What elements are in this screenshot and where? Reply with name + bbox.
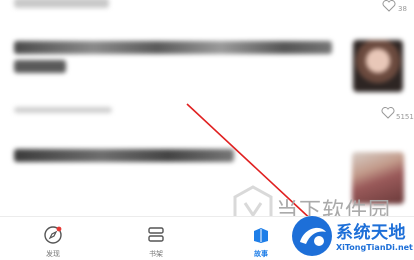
heart-icon[interactable]: [381, 107, 395, 119]
tab-bookshelf[interactable]: 书架: [131, 225, 181, 259]
watermark-url: XiTongTianDi.net: [336, 243, 413, 252]
story-icon: [254, 228, 268, 243]
blurred-text: [14, 0, 109, 8]
like-count: 38: [398, 5, 407, 13]
xitongtiandi-logo-icon: [292, 216, 332, 256]
blurred-title: [14, 41, 332, 54]
tab-story[interactable]: 故事: [236, 225, 286, 259]
feed-item-partial[interactable]: 38: [0, 0, 414, 20]
heart-icon[interactable]: [382, 0, 396, 12]
compass-icon: [44, 226, 62, 244]
tab-label: 书架: [149, 250, 163, 258]
like-count: 5151: [396, 113, 414, 121]
blurred-meta: [14, 107, 112, 113]
bookshelf-icon: [148, 227, 164, 242]
tab-label: 故事: [254, 250, 268, 258]
tab-discover[interactable]: 发现: [28, 225, 78, 259]
watermark-text: 系统天地: [336, 223, 406, 243]
thumbnail-image: [353, 40, 403, 92]
blurred-title: [14, 60, 66, 73]
tab-label: 发现: [46, 250, 60, 258]
blurred-title: [14, 149, 234, 162]
